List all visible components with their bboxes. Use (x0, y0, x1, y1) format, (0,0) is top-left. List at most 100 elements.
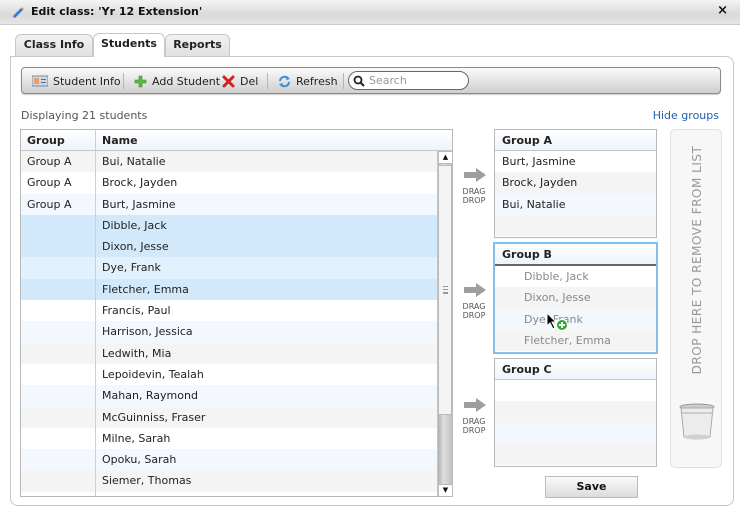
table-row[interactable]: Group A Brock, Jayden (21, 172, 437, 194)
cell-name: Dye, Frank (102, 261, 161, 275)
table-row[interactable]: Lepoidevin, Tealah (21, 363, 437, 386)
drag-drop-hint-b: DRAG DROP (462, 283, 486, 320)
search-box[interactable] (348, 71, 469, 90)
table-row[interactable]: Milne, Sarah (21, 427, 437, 450)
table-row[interactable]: Dixon, Jesse (21, 236, 437, 258)
add-student-label: Add Student (152, 74, 221, 88)
group-member[interactable]: Dye, Frank (495, 308, 656, 330)
cell-name: Bui, Natalie (102, 155, 166, 168)
table-row[interactable]: McGuinniss, Fraser (21, 406, 437, 428)
drag-label: DRAG (462, 187, 486, 196)
group-member (495, 214, 656, 237)
grid-rows: Group A Bui, Natalie Group A Brock, Jayden G… (21, 151, 437, 492)
table-row[interactable]: Group A Bui, Natalie (21, 151, 437, 173)
group-member (495, 380, 656, 401)
drag-drop-hint-a: DRAG DROP (462, 168, 486, 205)
student-count: Displaying 21 students (21, 109, 148, 122)
group-box-a[interactable]: Group A Burt, Jasmine Brock, Jayden Bui, N… (494, 129, 657, 238)
group-member[interactable]: Fletcher, Emma (495, 329, 656, 352)
hide-groups-link[interactable]: Hide groups (653, 109, 719, 122)
column-divider (95, 130, 96, 496)
title-bar: Edit class: 'Yr 12 Extension' × (0, 0, 740, 25)
add-student-button[interactable]: Add Student (134, 73, 220, 89)
search-input[interactable] (369, 74, 463, 87)
group-member[interactable]: Bui, Natalie (495, 193, 656, 215)
cell-name: Dibble, Jack (102, 218, 167, 232)
cell-name: Opoku, Sarah (102, 453, 177, 467)
tab-students[interactable]: Students (93, 33, 165, 57)
drag-label: DRAG (462, 417, 486, 426)
save-button[interactable]: Save (545, 476, 638, 498)
arrow-right-icon (463, 398, 486, 412)
column-header-group[interactable]: Group (27, 134, 65, 147)
table-row[interactable]: Dibble, Jack (21, 214, 437, 237)
table-row[interactable]: Mahan, Raymond (21, 385, 437, 407)
toolbar: Student Info Add Student Del Refresh (21, 67, 721, 94)
cell-name: Harrison, Jessica (102, 325, 193, 339)
cell-name: Francis, Paul (102, 304, 171, 318)
cell-group: Group A (27, 155, 72, 168)
group-b-header: Group B (495, 244, 656, 266)
group-member[interactable]: Burt, Jasmine (495, 151, 656, 172)
group-a-header: Group A (495, 130, 656, 151)
group-b-members: Dibble, Jack Dixon, Jesse Dye, Frank Fletch… (495, 266, 656, 352)
trash-bin-icon (679, 403, 715, 440)
group-member[interactable]: Dixon, Jesse (495, 287, 656, 309)
delete-label: Del (240, 74, 259, 88)
group-member[interactable]: Dibble, Jack (495, 266, 656, 287)
group-box-b[interactable]: Group B Dibble, Jack Dixon, Jesse Dye, Fra… (493, 242, 658, 354)
group-member[interactable]: Brock, Jayden (495, 172, 656, 194)
cell-name: Brock, Jayden (102, 176, 178, 190)
group-box-c[interactable]: Group C (494, 358, 657, 467)
table-row[interactable]: Harrison, Jessica (21, 321, 437, 343)
arrow-right-icon (463, 283, 486, 297)
column-header-name[interactable]: Name (102, 134, 138, 147)
group-member (495, 422, 656, 444)
pencil-icon (12, 7, 24, 18)
search-icon (353, 75, 365, 87)
group-member (495, 443, 656, 466)
drag-drop-hint-c: DRAG DROP (462, 398, 486, 435)
table-row[interactable]: Fletcher, Emma (21, 278, 437, 301)
toolbar-separator (267, 73, 268, 89)
table-row[interactable]: Group A Burt, Jasmine (21, 193, 437, 215)
cell-group: Group A (27, 197, 72, 211)
table-row[interactable]: Ledwith, Mia (21, 342, 437, 364)
toolbar-separator (343, 73, 344, 89)
cell-name: Milne, Sarah (102, 431, 171, 445)
table-row[interactable]: Dye, Frank (21, 257, 437, 279)
remove-drop-zone[interactable]: DROP HERE TO REMOVE FROM LIST (670, 129, 722, 468)
drop-label: DROP (462, 311, 486, 320)
scroll-thumb[interactable] (438, 165, 452, 415)
cell-name: Ledwith, Mia (102, 346, 172, 360)
refresh-button[interactable]: Refresh (278, 73, 338, 89)
cell-name: Fletcher, Emma (102, 282, 189, 296)
student-info-button[interactable]: Student Info (32, 73, 121, 89)
drag-label: DRAG (462, 302, 486, 311)
group-member (495, 401, 656, 423)
student-info-label: Student Info (53, 74, 121, 88)
cell-name: Lepoidevin, Tealah (102, 367, 204, 381)
delete-x-icon (222, 75, 235, 87)
table-row[interactable]: Siemer, Thomas (21, 470, 437, 492)
scroll-up-button[interactable]: ▲ (438, 151, 452, 164)
plus-icon (134, 75, 147, 87)
cell-name: McGuinniss, Fraser (102, 410, 206, 424)
remove-drop-label: DROP HERE TO REMOVE FROM LIST (690, 145, 704, 375)
delete-button[interactable]: Del (222, 73, 258, 89)
scroll-down-button[interactable]: ▼ (438, 484, 452, 496)
table-row[interactable]: Opoku, Sarah (21, 449, 437, 471)
group-c-members (495, 380, 656, 466)
window-title: Edit class: 'Yr 12 Extension' (31, 5, 203, 18)
students-grid: Group Name Group A Bui, Natalie Group A Bro… (20, 129, 453, 497)
refresh-label: Refresh (296, 74, 338, 88)
scroll-grip-icon (443, 286, 448, 294)
group-c-header: Group C (495, 359, 656, 380)
tab-class-info[interactable]: Class Info (15, 34, 93, 56)
close-icon[interactable]: × (717, 3, 728, 18)
cell-name: Siemer, Thomas (102, 474, 192, 488)
tab-reports[interactable]: Reports (165, 34, 230, 56)
vertical-scrollbar[interactable]: ▲ ▼ (437, 151, 452, 496)
cell-group: Group A (27, 176, 72, 190)
table-row[interactable]: Francis, Paul (21, 300, 437, 322)
